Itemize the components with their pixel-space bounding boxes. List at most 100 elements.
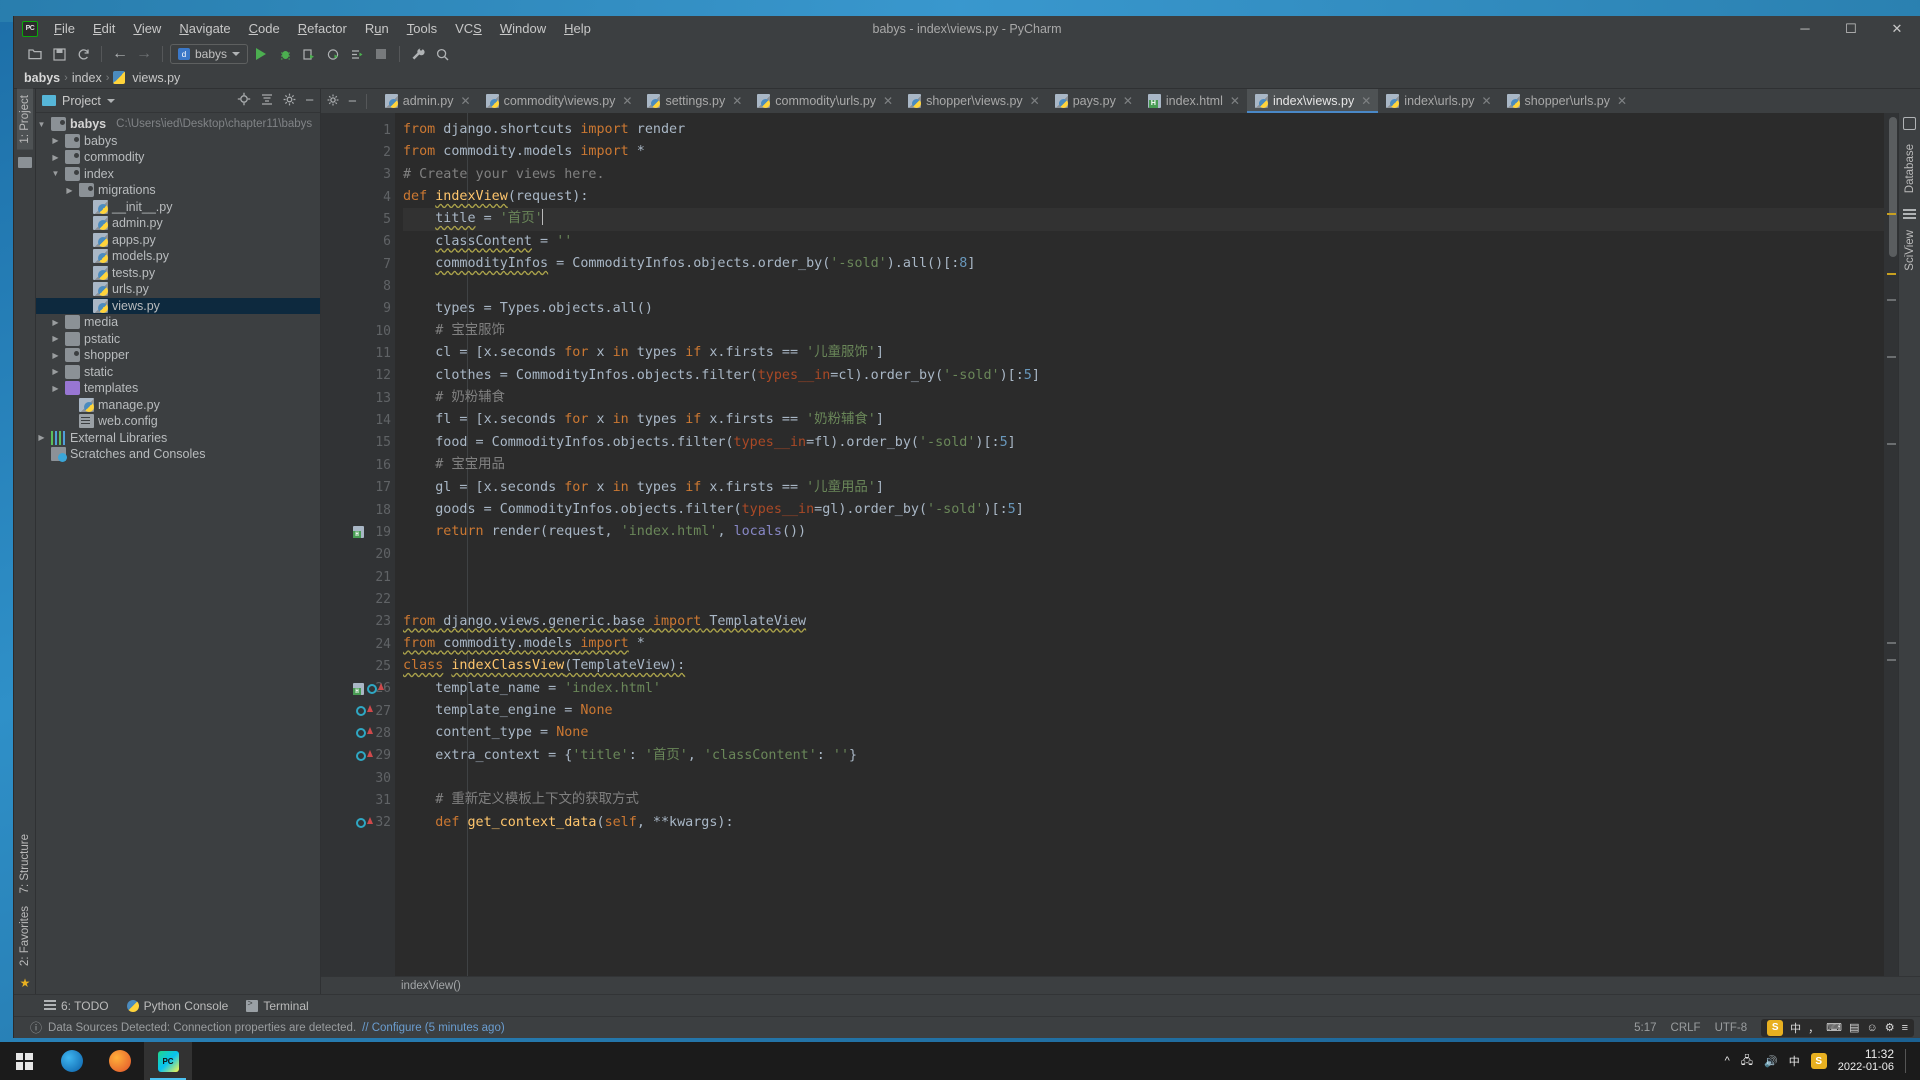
code-line-26[interactable]: template_name = 'index.html' xyxy=(403,678,1884,700)
tree-node-pstatic[interactable]: ▶ pstatic xyxy=(36,331,320,348)
gutter-line-2[interactable]: 2 xyxy=(321,141,395,163)
gutter-line-5[interactable]: 5 xyxy=(321,208,395,230)
change-marker[interactable] xyxy=(1887,443,1896,445)
editor-tab-commodity-urls-py[interactable]: commodity\urls.py ✕ xyxy=(749,89,900,113)
menu-item-tools[interactable]: Tools xyxy=(398,18,446,39)
tree-node-apps-py[interactable]: apps.py xyxy=(36,232,320,249)
gutter-line-12[interactable]: 12 xyxy=(321,365,395,387)
editor-tab-admin-py[interactable]: admin.py ✕ xyxy=(377,89,478,113)
code-line-14[interactable]: fl = [x.seconds for x in types if x.firs… xyxy=(403,409,1884,431)
menu-item-refactor[interactable]: Refactor xyxy=(289,18,356,39)
volume-icon[interactable]: 🔊 xyxy=(1764,1055,1778,1068)
code-line-11[interactable]: cl = [x.seconds for x in types if x.firs… xyxy=(403,342,1884,364)
change-marker[interactable] xyxy=(1887,356,1896,358)
code-line-21[interactable] xyxy=(403,566,1884,588)
gutter-line-3[interactable]: 3 xyxy=(321,164,395,186)
code-line-12[interactable]: clothes = CommodityInfos.objects.filter(… xyxy=(403,365,1884,387)
ime-tray-icon[interactable]: 中 xyxy=(1789,1053,1800,1069)
tool-tab-structure[interactable]: 7: Structure xyxy=(17,828,33,899)
code-line-1[interactable]: from django.shortcuts import render xyxy=(403,119,1884,141)
code-line-13[interactable]: # 奶粉辅食 xyxy=(403,387,1884,409)
code-line-9[interactable]: types = Types.objects.all() xyxy=(403,298,1884,320)
close-icon[interactable]: ✕ xyxy=(1481,94,1491,108)
network-icon[interactable]: 🖧 xyxy=(1741,1052,1753,1071)
gutter-line-25[interactable]: 25 xyxy=(321,655,395,677)
code-content[interactable]: from django.shortcuts import render from … xyxy=(395,113,1884,834)
tree-node-migrations[interactable]: ▶ migrations xyxy=(36,182,320,199)
code-line-29[interactable]: extra_context = {'title': '首页', 'classCo… xyxy=(403,745,1884,767)
code-line-25[interactable]: class indexClassView(TemplateView): xyxy=(403,655,1884,677)
chevron-right-icon[interactable]: ▶ xyxy=(50,136,61,145)
gutter-line-17[interactable]: 17 xyxy=(321,477,395,499)
gutter-line-4[interactable]: 4 xyxy=(321,186,395,208)
file-encoding[interactable]: UTF-8 xyxy=(1715,1022,1748,1034)
status-configure-link[interactable]: // Configure (5 minutes ago) xyxy=(362,1022,505,1034)
minimize-button[interactable]: ─ xyxy=(1782,16,1828,41)
menu-item-help[interactable]: Help xyxy=(555,18,600,39)
gutter-line-18[interactable]: 18 xyxy=(321,499,395,521)
breadcrumb-item-project[interactable]: babys xyxy=(24,71,60,85)
tree-node-external-libraries[interactable]: ▶ External Libraries xyxy=(36,430,320,447)
menu-item-navigate[interactable]: Navigate xyxy=(170,18,239,39)
menu-item-code[interactable]: Code xyxy=(240,18,289,39)
code-viewport[interactable]: from django.shortcuts import render from … xyxy=(395,113,1884,976)
sync-icon[interactable] xyxy=(72,44,94,64)
chevron-right-icon[interactable]: ▶ xyxy=(50,318,61,327)
chevron-right-icon[interactable]: ▶ xyxy=(50,334,61,343)
bottom-tab-terminal[interactable]: Terminal xyxy=(246,998,309,1013)
close-icon[interactable]: ✕ xyxy=(732,94,742,108)
code-line-16[interactable]: # 宝宝用品 xyxy=(403,454,1884,476)
editor-tab-index-urls-py[interactable]: index\urls.py ✕ xyxy=(1378,89,1498,113)
gutter-line-11[interactable]: 11 xyxy=(321,342,395,364)
gutter-line-13[interactable]: 13 xyxy=(321,387,395,409)
code-line-5[interactable]: title = '首页' xyxy=(395,208,1884,232)
navigate-forward-icon[interactable]: → xyxy=(133,44,155,64)
taskbar-app-firefox[interactable] xyxy=(96,1042,144,1080)
menu-item-file[interactable]: FFileile xyxy=(45,18,84,39)
code-line-2[interactable]: from commodity.models import * xyxy=(403,141,1884,163)
code-line-3[interactable]: # Create your views here. xyxy=(403,164,1884,186)
tree-node-babys[interactable]: ▶ babys xyxy=(36,133,320,150)
collapse-all-icon[interactable] xyxy=(260,92,274,109)
gutter-line-7[interactable]: 7 xyxy=(321,253,395,275)
chevron-right-icon[interactable]: ▶ xyxy=(36,433,47,442)
gutter-line-20[interactable]: 20 xyxy=(321,544,395,566)
gutter-line-30[interactable]: 30 xyxy=(321,767,395,789)
caret-position[interactable]: 5:17 xyxy=(1634,1022,1656,1034)
gutter-line-16[interactable]: 16 xyxy=(321,454,395,476)
gutter-line-1[interactable]: 1 xyxy=(321,119,395,141)
save-icon[interactable] xyxy=(48,44,70,64)
sogou-icon[interactable]: S xyxy=(1810,1053,1827,1069)
gutter-line-27[interactable]: 27 xyxy=(321,700,395,722)
code-line-30[interactable] xyxy=(403,767,1884,789)
tree-node-models-py[interactable]: models.py xyxy=(36,248,320,265)
gutter-line-15[interactable]: 15 xyxy=(321,432,395,454)
editor-tab-shopper-urls-py[interactable]: shopper\urls.py ✕ xyxy=(1499,89,1635,113)
tree-node-static[interactable]: ▶ static xyxy=(36,364,320,381)
tree-node-admin-py[interactable]: admin.py xyxy=(36,215,320,232)
navigate-back-icon[interactable]: ← xyxy=(109,44,131,64)
code-line-19[interactable]: return render(request, 'index.html', loc… xyxy=(403,521,1884,543)
chevron-down-icon[interactable]: ▼ xyxy=(36,120,47,129)
close-icon[interactable]: ✕ xyxy=(1123,94,1133,108)
tree-node-urls-py[interactable]: urls.py xyxy=(36,281,320,298)
taskbar-app-edge[interactable] xyxy=(48,1042,96,1080)
gutter-line-22[interactable]: 22 xyxy=(321,588,395,610)
tool-tab-project[interactable]: 1: Project xyxy=(16,89,33,150)
gutter-line-21[interactable]: 21 xyxy=(321,566,395,588)
gear-icon[interactable] xyxy=(283,93,296,109)
gutter-line-19[interactable]: 19 xyxy=(321,521,395,543)
gutter-line-32[interactable]: 32 xyxy=(321,812,395,834)
change-marker[interactable] xyxy=(1887,659,1896,661)
chevron-right-icon[interactable]: ▶ xyxy=(50,153,61,162)
maximize-button[interactable]: ☐ xyxy=(1828,16,1874,41)
code-line-8[interactable] xyxy=(403,275,1884,297)
tool-tab-sciview[interactable]: SciView xyxy=(1902,224,1918,277)
close-icon[interactable]: ✕ xyxy=(1617,94,1627,108)
close-icon[interactable]: ✕ xyxy=(461,94,471,108)
close-icon[interactable]: ✕ xyxy=(883,94,893,108)
start-button[interactable] xyxy=(0,1042,48,1080)
gutter-line-9[interactable]: 9 xyxy=(321,298,395,320)
menu-item-window[interactable]: Window xyxy=(491,18,555,39)
close-icon[interactable]: ✕ xyxy=(1030,94,1040,108)
